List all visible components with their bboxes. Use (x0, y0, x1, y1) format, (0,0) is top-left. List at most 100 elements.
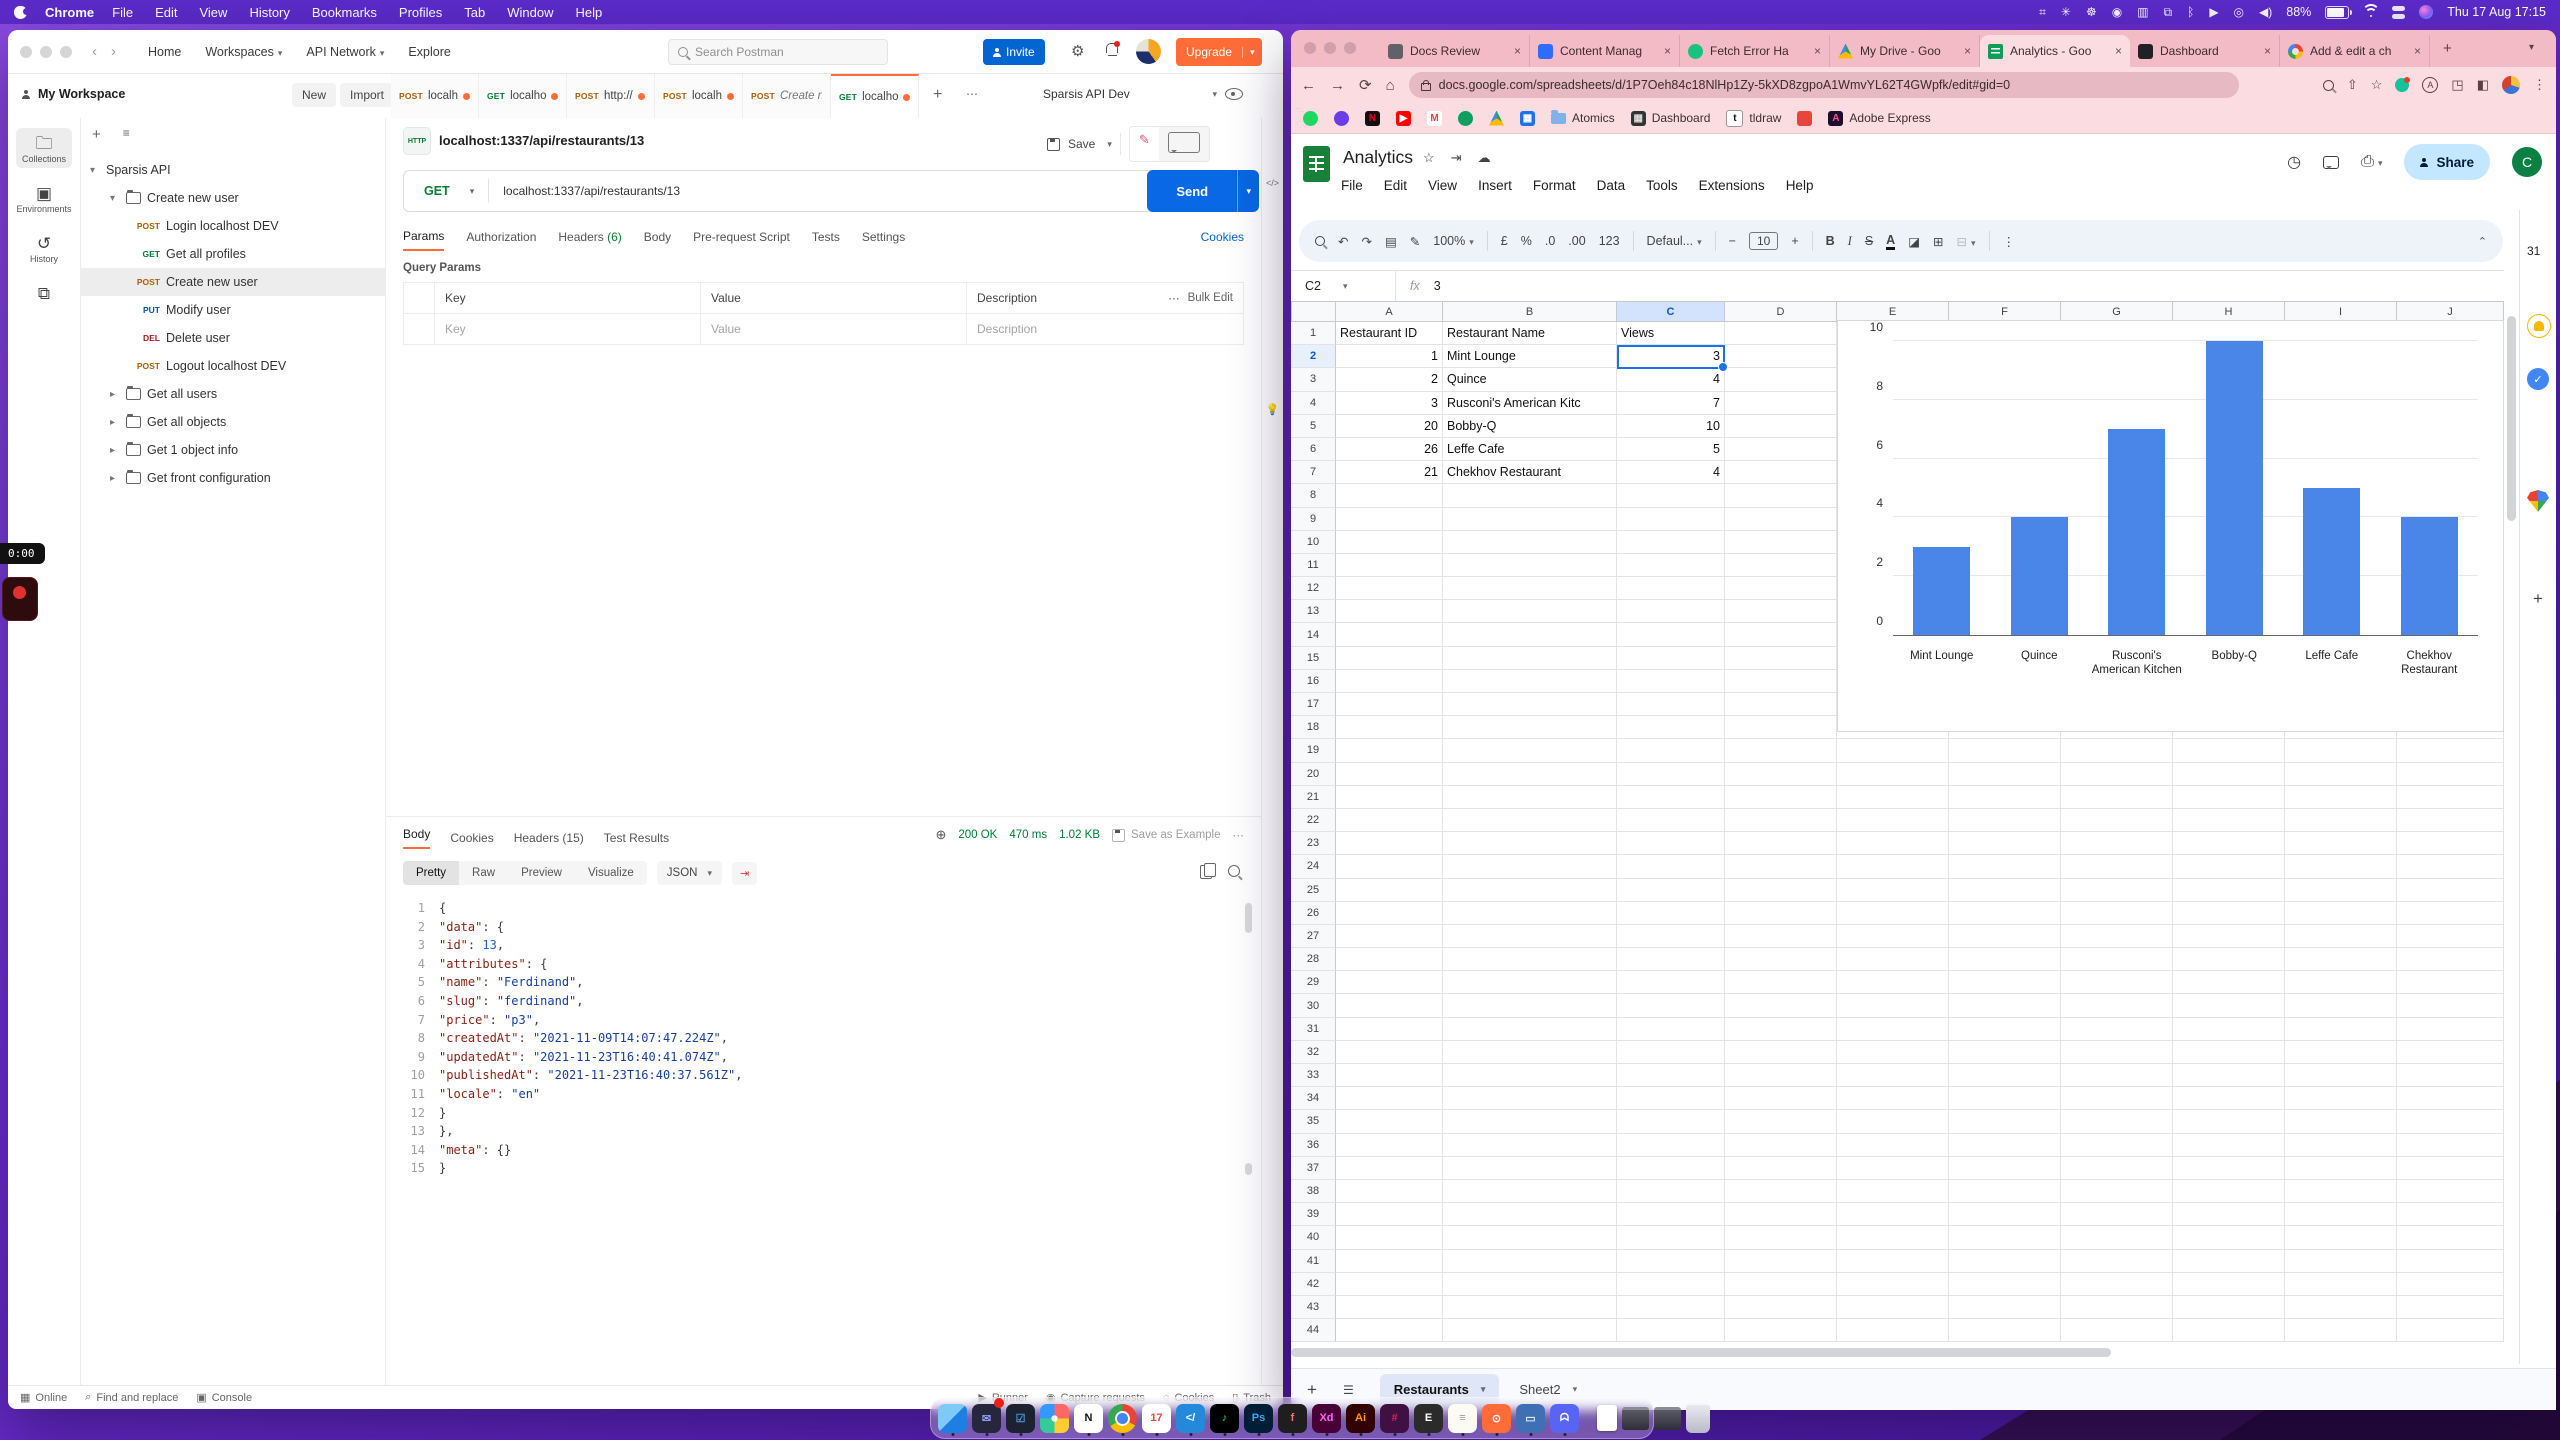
cell-E41[interactable] (1837, 1250, 1949, 1273)
cell-B2[interactable]: Mint Lounge (1443, 345, 1617, 368)
cell-D24[interactable] (1725, 855, 1837, 878)
extension-a-icon[interactable]: A (2422, 77, 2438, 93)
browser-tab[interactable]: My Drive - Goo× (1830, 35, 1980, 67)
request-tab-headers[interactable]: Headers (6) (558, 224, 621, 250)
redo-icon[interactable]: ↷ (1361, 234, 1371, 249)
nav-workspaces[interactable]: Workspaces▾ (205, 45, 282, 59)
cell-A44[interactable] (1336, 1319, 1443, 1342)
share-icon[interactable]: ⇧ (2347, 77, 2358, 93)
sheets-menu-insert[interactable]: Insert (1478, 178, 1512, 193)
cell-C9[interactable] (1617, 508, 1725, 531)
response-body[interactable]: 1{2 "data": {3 "id": 13,4 "attributes": … (385, 899, 1232, 1178)
play-circle-status-icon[interactable]: ▶ (2209, 5, 2218, 20)
dock-postman[interactable]: ⊙ (1482, 1400, 1511, 1436)
keyboard-status-icon[interactable]: ⌗ (2039, 5, 2046, 20)
cell-D3[interactable] (1725, 368, 1837, 391)
browser-tab[interactable]: Fetch Error Ha× (1680, 35, 1830, 67)
bar-mint-lounge[interactable] (1913, 547, 1970, 635)
record-icon[interactable] (13, 586, 26, 599)
cell-G24[interactable] (2061, 855, 2173, 878)
cell-F44[interactable] (1949, 1319, 2061, 1342)
borders-icon[interactable]: ⊞ (1933, 234, 1943, 249)
increase-decimals-icon[interactable]: .00 (1568, 234, 1585, 248)
share-button[interactable]: Share (2404, 144, 2490, 180)
cell-I28[interactable] (2285, 948, 2397, 971)
invite-button[interactable]: Invite (983, 39, 1045, 65)
cell-G31[interactable] (2061, 1018, 2173, 1041)
cell-E43[interactable] (1837, 1296, 1949, 1319)
request-tab-authorization[interactable]: Authorization (466, 224, 536, 250)
cell-B38[interactable] (1443, 1180, 1617, 1203)
decrease-font-icon[interactable]: − (1729, 234, 1736, 248)
dock-illustrator[interactable]: Ai (1346, 1400, 1375, 1436)
collection-item[interactable]: ▾Create new user (80, 184, 385, 212)
cell-H43[interactable] (2173, 1296, 2285, 1319)
row-header-14[interactable]: 14 (1291, 623, 1336, 646)
cell-H44[interactable] (2173, 1319, 2285, 1342)
row-header-24[interactable]: 24 (1291, 855, 1336, 878)
cell-A11[interactable] (1336, 554, 1443, 577)
cell-I31[interactable] (2285, 1018, 2397, 1041)
view-pretty[interactable]: Pretty (403, 861, 459, 885)
menubar-item-help[interactable]: Help (576, 5, 603, 20)
cell-B18[interactable] (1443, 716, 1617, 739)
cell-C43[interactable] (1617, 1296, 1725, 1319)
bold-icon[interactable]: B (1826, 234, 1835, 248)
response-tab-body[interactable]: Body (403, 827, 430, 849)
row-header-9[interactable]: 9 (1291, 508, 1336, 531)
cell-C25[interactable] (1617, 879, 1725, 902)
collection-item[interactable]: ▸Get front configuration (80, 464, 385, 492)
cell-G20[interactable] (2061, 763, 2173, 786)
column-header-H[interactable]: H (2173, 301, 2285, 322)
close-tab-icon[interactable]: × (1514, 44, 1521, 58)
cell-I36[interactable] (2285, 1134, 2397, 1157)
cell-A43[interactable] (1336, 1296, 1443, 1319)
sheets-menu-help[interactable]: Help (1786, 178, 1814, 193)
currency-format-icon[interactable]: £ (1501, 234, 1508, 248)
row-header-38[interactable]: 38 (1291, 1180, 1336, 1203)
request-tab[interactable]: POSTlocalh (391, 74, 479, 118)
cell-C13[interactable] (1617, 600, 1725, 623)
scrollbar-thumb[interactable] (1245, 1163, 1252, 1175)
cell-J19[interactable] (2397, 739, 2504, 762)
row-header-26[interactable]: 26 (1291, 902, 1336, 925)
cell-A37[interactable] (1336, 1157, 1443, 1180)
scrollbar-thumb[interactable] (1245, 903, 1252, 933)
column-header-I[interactable]: I (2285, 301, 2397, 322)
cell-B35[interactable] (1443, 1110, 1617, 1133)
cell-C11[interactable] (1617, 554, 1725, 577)
request-item[interactable]: DELDelete user (80, 324, 385, 352)
cell-F24[interactable] (1949, 855, 2061, 878)
cell-B4[interactable]: Rusconi's American Kitc (1443, 392, 1617, 415)
apple-menu-icon[interactable] (14, 6, 27, 19)
font-size-input[interactable]: 10 (1749, 232, 1778, 250)
cell-J23[interactable] (2397, 832, 2504, 855)
cell-E40[interactable] (1837, 1226, 1949, 1249)
cell-G19[interactable] (2061, 739, 2173, 762)
dock-finder[interactable] (938, 1400, 967, 1436)
cell-G39[interactable] (2061, 1203, 2173, 1226)
dock-discord[interactable]: ᗣ (1550, 1400, 1579, 1436)
workspace-switcher[interactable]: My Workspace (22, 87, 125, 101)
calendar-panel-icon[interactable]: 31 (2527, 244, 2549, 266)
bookmark-onepassword[interactable] (1334, 111, 1349, 126)
cell-C1[interactable]: Views (1617, 322, 1725, 345)
cell-C27[interactable] (1617, 925, 1725, 948)
cell-B1[interactable]: Restaurant Name (1443, 322, 1617, 345)
method-select[interactable]: GET (404, 184, 466, 198)
cell-A2[interactable]: 1 (1336, 345, 1443, 368)
cell-I27[interactable] (2285, 925, 2397, 948)
bar-leffe-cafe[interactable] (2303, 488, 2360, 635)
request-tab[interactable]: GETlocalho (479, 74, 567, 118)
cell-C19[interactable] (1617, 739, 1725, 762)
cell-F21[interactable] (1949, 786, 2061, 809)
cell-J35[interactable] (2397, 1110, 2504, 1133)
sheets-menu-view[interactable]: View (1428, 178, 1457, 193)
cell-D20[interactable] (1725, 763, 1837, 786)
reload-icon[interactable]: ⟳ (1359, 76, 1372, 94)
collection-item[interactable]: ▸Get all users (80, 380, 385, 408)
cell-J26[interactable] (2397, 902, 2504, 925)
cell-J43[interactable] (2397, 1296, 2504, 1319)
cell-J32[interactable] (2397, 1041, 2504, 1064)
cell-C4[interactable]: 7 (1617, 392, 1725, 415)
